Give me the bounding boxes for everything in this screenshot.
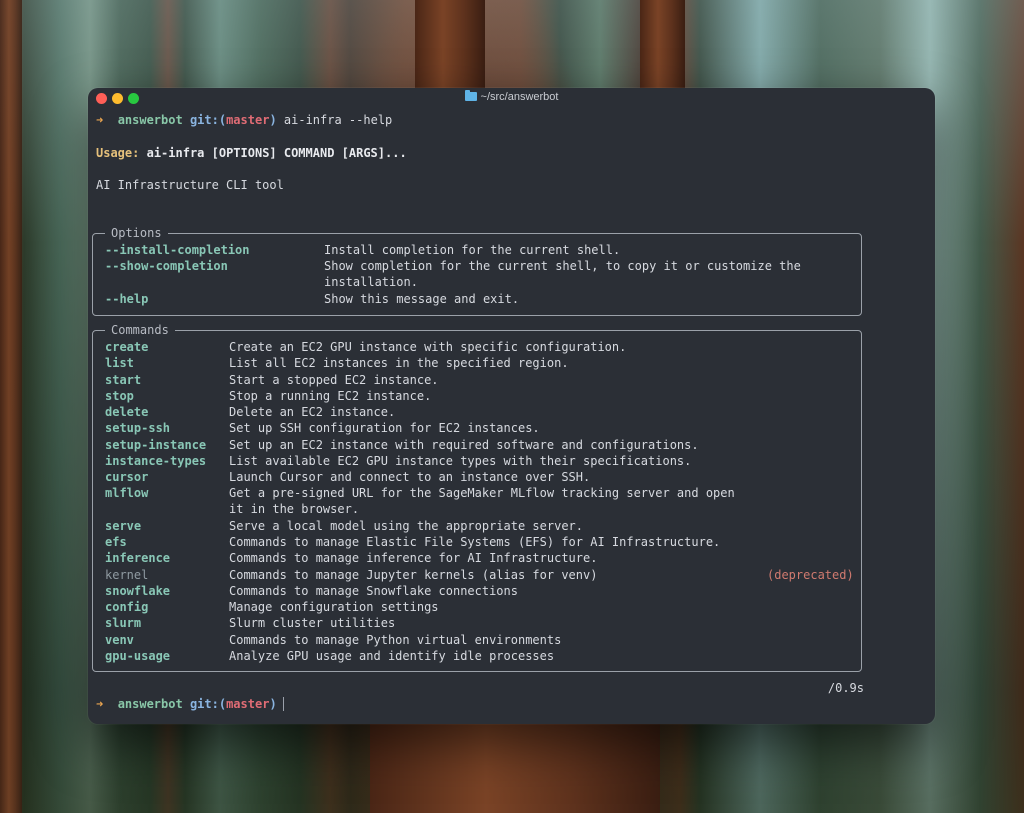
command-row-name: start [105,372,142,387]
command-row-description: Set up SSH configuration for EC2 instanc… [229,421,540,436]
command-row-description: List all EC2 instances in the specified … [229,356,569,371]
wallpaper-tree-trunk [0,0,22,813]
terminal-window[interactable]: ~/src/answerbot ➜ answerbot git:(master)… [88,88,935,724]
command-row: inference Commands to manage inference fo… [105,550,597,566]
command-row: mlflow Get a pre-signed URL for the SageM… [105,485,735,516]
command-row: serve Serve a local model using the appro… [105,518,583,534]
option-row-description: Show this message and exit. [324,291,520,306]
commands-panel-title: Commands [105,322,175,338]
command-row: kernel Commands to manage Jupyter kernels… [105,567,854,583]
wallpaper-tree-trunk [415,0,485,88]
command-row-name: setup-ssh [105,421,171,436]
prompt-line-current[interactable]: ➜ answerbot git:(master) [96,696,284,712]
command-row-name: instance-types [105,453,207,468]
command-row-name: efs [105,535,127,549]
command-row-name: stop [105,388,134,403]
option-row: --help Show this message and exit. [105,291,519,307]
text-cursor [282,697,284,711]
command-row-description: Create an EC2 GPU instance with specific… [229,340,627,354]
command-row-description: Start a stopped EC2 instance. [229,372,439,387]
window-title: ~/src/answerbot [88,90,935,103]
option-row-name: --install-completion [105,243,250,257]
command-row-description: Commands to manage Python virtual enviro… [229,632,562,647]
command-text: ai-infra --help [283,113,393,127]
command-row-description: Serve a local model using the appropriat… [229,518,584,533]
command-row-name: serve [105,518,142,533]
command-row-name: cursor [105,470,149,484]
command-row-description: Launch Cursor and connect to an instance… [229,470,591,484]
command-row-description: Set up an EC2 instance with required sof… [229,437,699,452]
command-row: cursor Launch Cursor and connect to an in… [105,469,590,485]
execution-time: /0.9s [827,681,864,695]
option-row-description: Install completion for the current shell… [324,243,621,257]
command-row-name: snowflake [105,583,171,598]
command-row: setup-instance Set up an EC2 instance wit… [105,437,699,453]
command-row-name: inference [105,551,171,566]
command-row: config Manage configuration settings [105,599,439,615]
command-row: venv Commands to manage Python virtual en… [105,632,561,648]
option-row-name: --help [105,291,149,306]
command-row: slurm Slurm cluster utilities [105,615,395,631]
command-row-description: Manage configuration settings [229,600,439,614]
command-row: instance-types List available EC2 GPU ins… [105,453,691,469]
command-row-description: Commands to manage Jupyter kernels (alia… [229,567,598,582]
options-panel-title: Options [105,225,168,241]
command-row: snowflake Commands to manage Snowflake co… [105,583,518,599]
option-row-description: Show completion for the current shell, t… [324,259,801,290]
command-row: gpu-usage Analyze GPU usage and identify … [105,648,554,664]
command-row-name: slurm [105,616,142,631]
command-row-name: mlflow [105,486,149,501]
wallpaper-tree-trunk [640,0,685,88]
command-row-description: Delete an EC2 instance. [229,405,396,419]
command-row-description: Stop a running EC2 instance. [229,388,432,403]
option-row: --show-completion Show completion for the… [105,258,801,289]
command-row-description: Slurm cluster utilities [229,616,396,631]
option-row: --install-completion Install completion f… [105,242,620,258]
command-row-name: config [105,600,149,614]
command-row-description: List available EC2 GPU instance types wi… [229,453,692,468]
title-bar[interactable]: ~/src/answerbot [88,88,935,108]
command-row-name: delete [105,405,149,419]
prompt-line: ➜ answerbot git:(master) ai-infra --help [96,113,393,127]
commands-panel: Commands create Create an EC2 GPU instanc… [92,322,862,672]
command-row-description: Commands to manage Snowflake connections [229,583,518,598]
command-row: start Start a stopped EC2 instance. [105,372,439,388]
command-row-name: venv [105,632,134,647]
command-row-description: Analyze GPU usage and identify idle proc… [229,648,555,663]
command-row: efs Commands to manage Elastic File Syste… [105,534,720,550]
command-row-name: setup-instance [105,437,207,452]
command-row-description: Get a pre-signed URL for the SageMaker M… [229,486,735,517]
deprecated-badge: (deprecated) [767,567,854,582]
cli-description: AI Infrastructure CLI tool [96,178,284,192]
command-row: setup-ssh Set up SSH configuration for EC… [105,420,540,436]
wallpaper-tree-trunk [370,724,660,813]
command-row-name: gpu-usage [105,648,171,663]
options-panel: Options --install-completion Install comp… [92,225,862,316]
command-row-description: Commands to manage Elastic File Systems … [229,535,721,549]
command-row-description: Commands to manage inference for AI Infr… [229,551,598,566]
folder-icon [464,90,477,101]
command-row-name: list [105,356,134,371]
command-row-name: create [105,340,149,354]
command-row: stop Stop a running EC2 instance. [105,388,431,404]
command-row: delete Delete an EC2 instance. [105,404,395,420]
command-row-name: kernel [105,567,149,582]
command-row: create Create an EC2 GPU instance with sp… [105,339,626,355]
usage-line: Usage: ai-infra [OPTIONS] COMMAND [ARGS]… [96,146,407,160]
option-row-name: --show-completion [105,259,228,274]
command-row: list List all EC2 instances in the specif… [105,355,569,371]
